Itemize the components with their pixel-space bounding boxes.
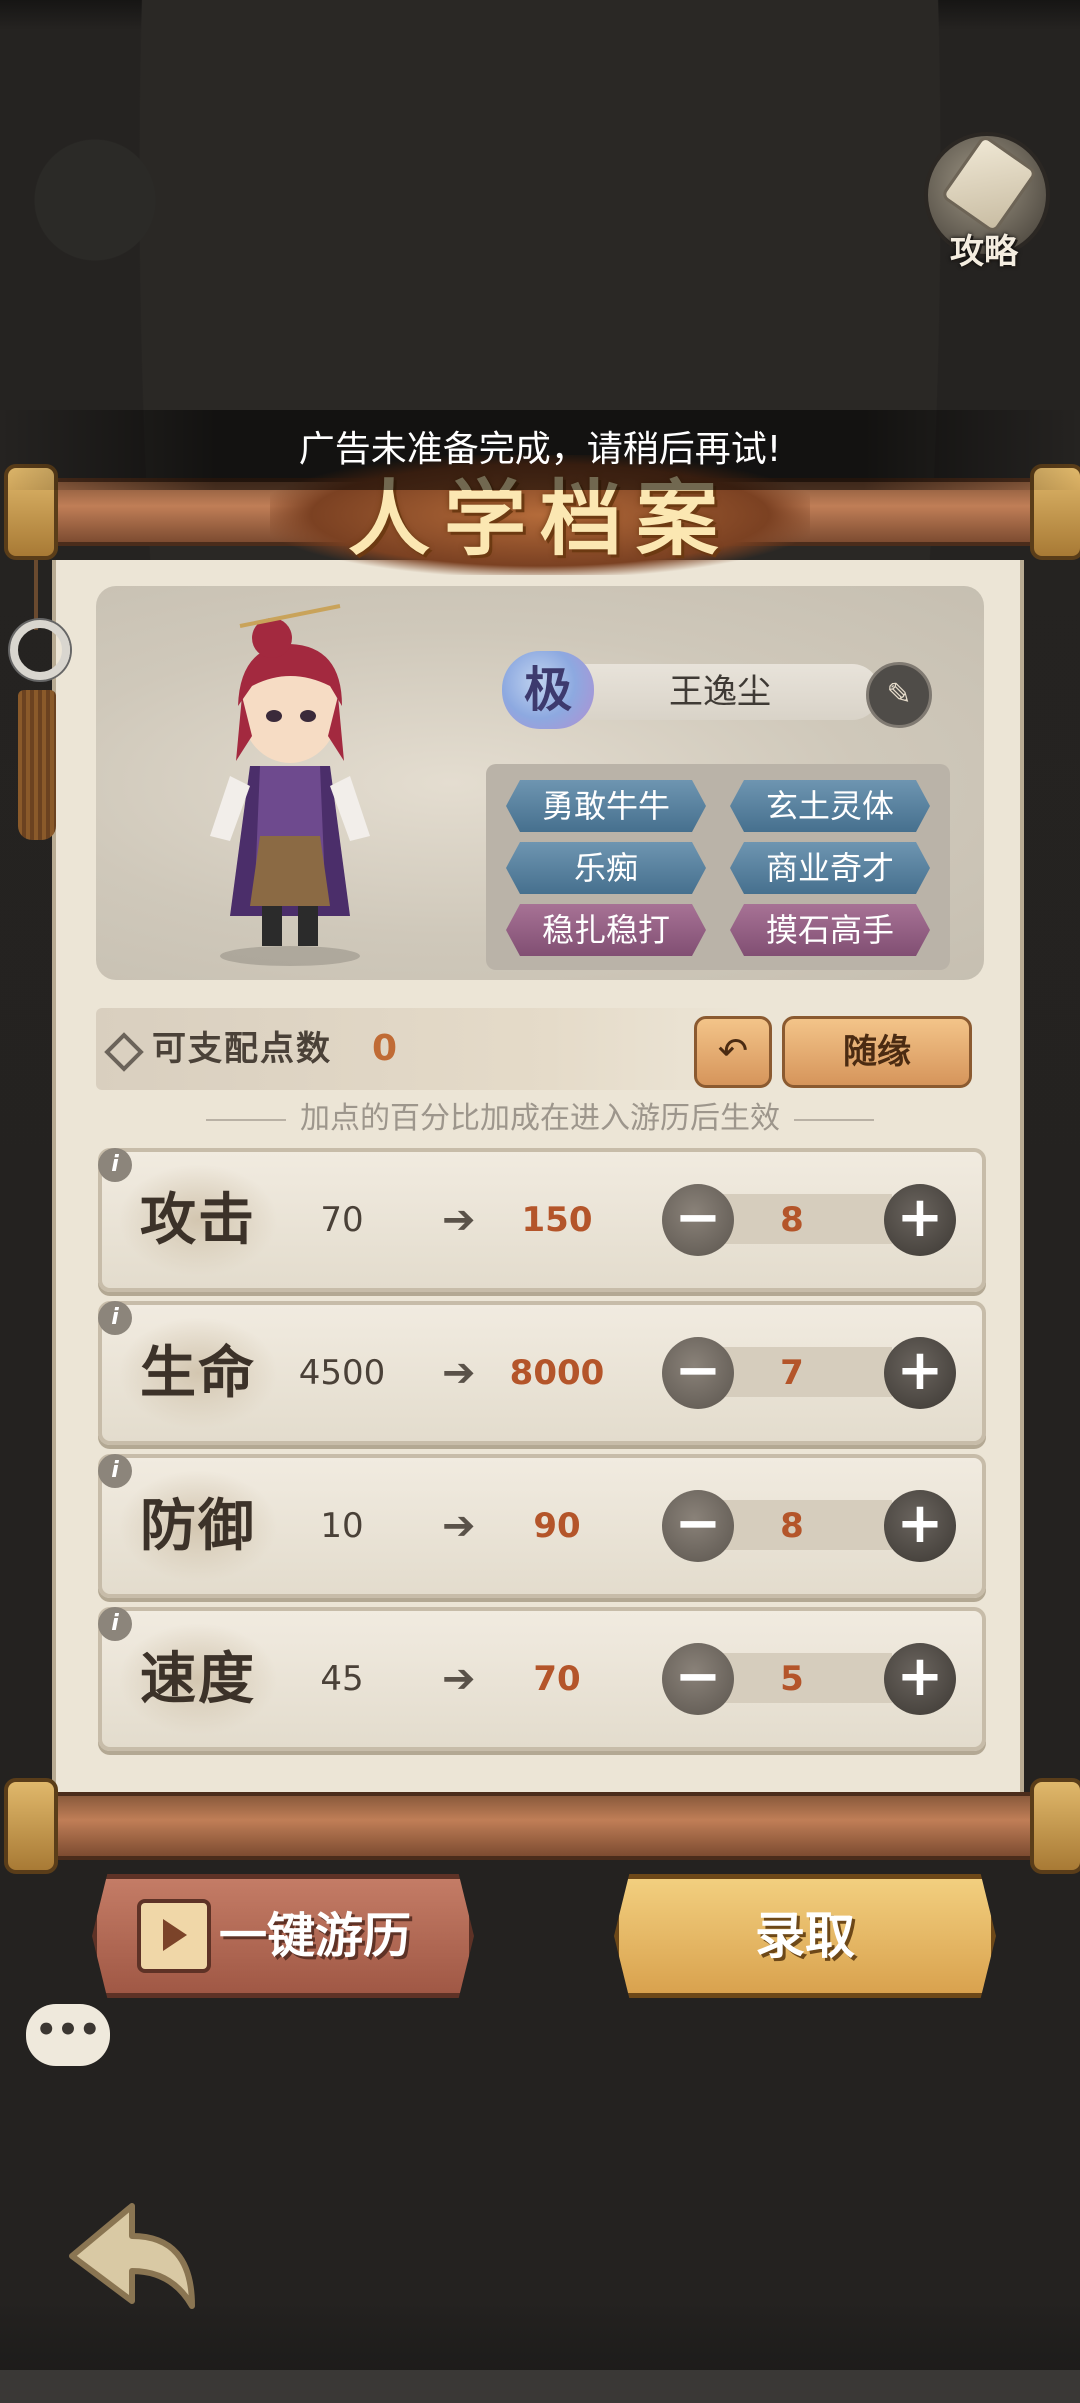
scroll-rod-bottom bbox=[4, 1778, 1080, 1874]
stat-row-health: i 生命 4500 ➔ 8000 − 7 + bbox=[98, 1301, 986, 1445]
allocated-points: 8 bbox=[780, 1200, 804, 1240]
back-arrow-icon[interactable] bbox=[62, 2196, 202, 2326]
increase-button[interactable]: + bbox=[884, 1337, 956, 1409]
stat-base-value: 4500 bbox=[298, 1353, 386, 1393]
increase-button[interactable]: + bbox=[884, 1184, 956, 1256]
stat-row-defense: i 防御 10 ➔ 90 − 8 + bbox=[98, 1454, 986, 1598]
trait-list: 勇敢牛牛 玄土灵体 乐痴 商业奇才 稳扎稳打 摸石高手 bbox=[486, 764, 950, 970]
rod-cap-right bbox=[1030, 1778, 1080, 1874]
stat-result-value: 70 bbox=[533, 1659, 581, 1699]
stat-name: 生命 bbox=[118, 1317, 278, 1429]
increase-button[interactable]: + bbox=[884, 1490, 956, 1562]
character-figure bbox=[210, 604, 370, 966]
decrease-button[interactable]: − bbox=[662, 1184, 734, 1256]
video-ad-icon bbox=[137, 1899, 211, 1973]
allocated-points: 8 bbox=[780, 1506, 804, 1546]
allocation-hint: 加点的百分比加成在进入游历后生效 bbox=[96, 1096, 984, 1142]
admit-button[interactable]: 录取 bbox=[614, 1874, 996, 1998]
stat-base-value: 10 bbox=[320, 1506, 364, 1546]
trait-tag[interactable]: 玄土灵体 bbox=[730, 780, 930, 832]
trait-tag[interactable]: 摸石高手 bbox=[730, 904, 930, 956]
decrease-button[interactable]: − bbox=[662, 1337, 734, 1409]
undo-icon: ↶ bbox=[717, 1031, 749, 1072]
one-click-travel-button[interactable]: 一键游历 bbox=[92, 1874, 474, 1998]
hint-text: 加点的百分比加成在进入游历后生效 bbox=[300, 1101, 780, 1136]
character-name: 王逸尘 bbox=[560, 664, 880, 720]
stat-result-value: 90 bbox=[533, 1506, 581, 1546]
guide-button[interactable]: 攻略 bbox=[918, 128, 1050, 272]
admit-label: 录取 bbox=[755, 1907, 855, 1965]
decrease-button[interactable]: − bbox=[662, 1490, 734, 1562]
available-points-bar: 可支配点数 0 bbox=[96, 1008, 746, 1090]
arrow-right-icon: ➔ bbox=[442, 1503, 476, 1549]
stat-row-speed: i 速度 45 ➔ 70 − 5 + bbox=[98, 1607, 986, 1751]
allocated-points: 7 bbox=[780, 1353, 804, 1393]
trait-tag[interactable]: 商业奇才 bbox=[730, 842, 930, 894]
stat-base-value: 70 bbox=[320, 1200, 364, 1240]
trait-tag[interactable]: 乐痴 bbox=[506, 842, 706, 894]
allocated-points: 5 bbox=[780, 1659, 804, 1699]
arrow-right-icon: ➔ bbox=[442, 1197, 476, 1243]
stat-name: 攻击 bbox=[118, 1164, 278, 1276]
arrow-right-icon: ➔ bbox=[442, 1350, 476, 1396]
available-points-label: 可支配点数 bbox=[152, 1029, 332, 1069]
arrow-right-icon: ➔ bbox=[442, 1656, 476, 1702]
stat-name: 防御 bbox=[118, 1470, 278, 1582]
rod-cap-left bbox=[4, 1778, 58, 1874]
tassel-decoration bbox=[4, 560, 70, 850]
diamond-icon bbox=[104, 1032, 144, 1072]
rank-badge: 极 bbox=[502, 651, 594, 729]
guide-label: 攻略 bbox=[950, 232, 1018, 272]
trait-tag[interactable]: 勇敢牛牛 bbox=[506, 780, 706, 832]
stat-name: 速度 bbox=[118, 1623, 278, 1735]
trait-tag[interactable]: 稳扎稳打 bbox=[506, 904, 706, 956]
rename-brush-icon[interactable]: ✎ bbox=[866, 662, 932, 728]
stat-result-value: 150 bbox=[521, 1200, 593, 1240]
random-allocate-button[interactable]: 随缘 bbox=[782, 1016, 972, 1088]
available-points-value: 0 bbox=[372, 1028, 398, 1069]
decrease-button[interactable]: − bbox=[662, 1643, 734, 1715]
toast-message: 广告未准备完成，请稍后再试! bbox=[0, 410, 1080, 490]
stat-result-value: 8000 bbox=[509, 1353, 605, 1393]
travel-label: 一键游历 bbox=[219, 1908, 412, 1964]
stat-row-attack: i 攻击 70 ➔ 150 − 8 + bbox=[98, 1148, 986, 1292]
chat-bubble-icon[interactable]: ••• bbox=[26, 2004, 110, 2066]
stat-base-value: 45 bbox=[320, 1659, 364, 1699]
increase-button[interactable]: + bbox=[884, 1643, 956, 1715]
undo-button[interactable]: ↶ bbox=[694, 1016, 772, 1088]
system-navigation-bar bbox=[0, 2370, 1080, 2403]
